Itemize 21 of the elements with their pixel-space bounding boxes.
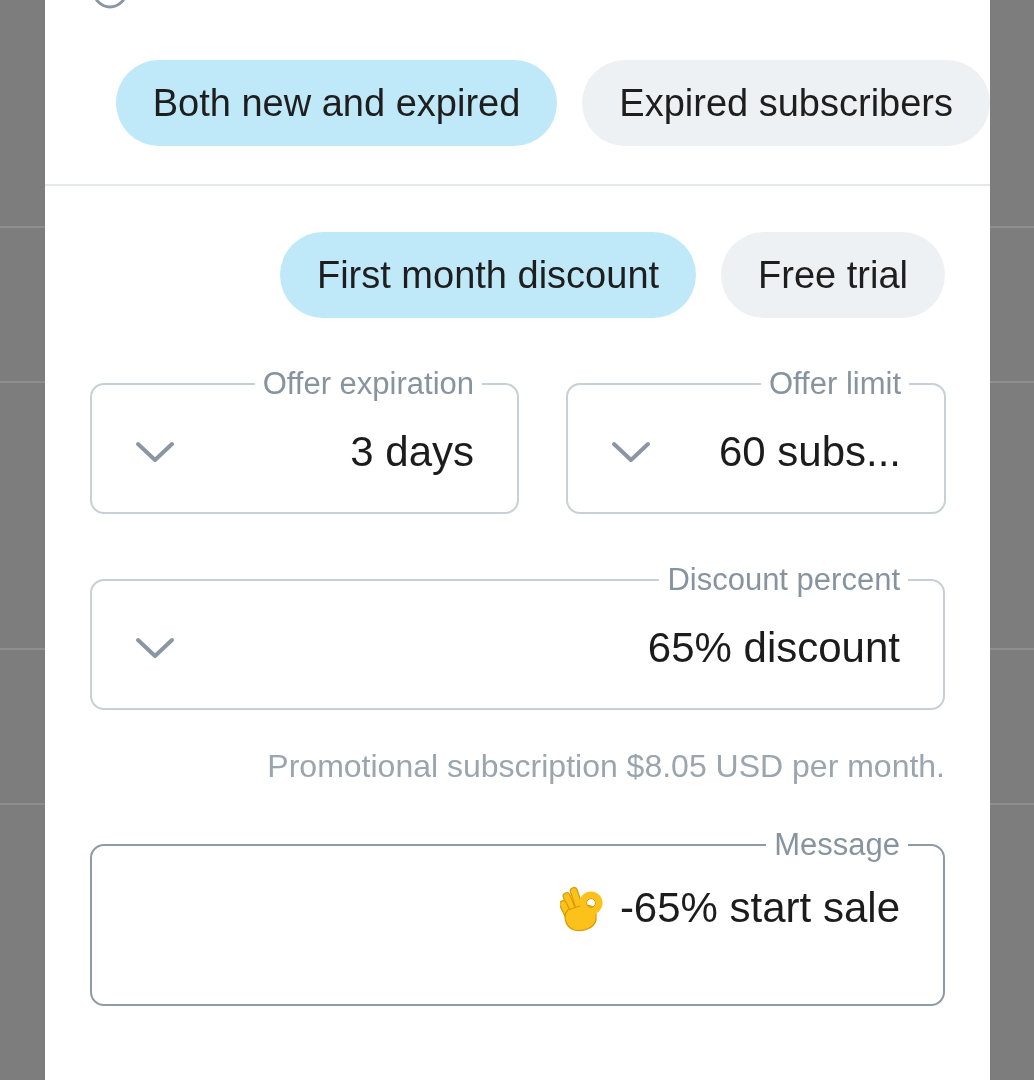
ok-hand-icon [559,886,604,932]
chevron-down-icon [135,440,175,463]
select-field[interactable]: Offer limit 60 subs... [566,369,946,514]
select-value: 65% discount [647,625,900,670]
chevron-down-icon [611,440,651,463]
field-label: Offer expiration [261,369,475,399]
select-value: 3 days [350,429,474,474]
message-field[interactable]: Message -65% start sale [90,830,945,1006]
select-field[interactable]: Offer expiration 3 days [90,369,519,514]
offer-type-chip[interactable]: First month discount [279,232,697,318]
message-text: -65% start sale [619,886,900,930]
field-label: Message [773,830,901,860]
filter-chip[interactable]: Expired subscribers [582,60,990,146]
offer-type-chip[interactable]: Free trial [721,232,945,318]
chevron-down-icon [135,636,175,659]
select-field[interactable]: Discount percent 65% discount [90,565,945,710]
field-label: Offer limit [767,369,902,399]
radio-icon[interactable] [92,0,128,9]
filter-chip[interactable]: Both new and expired [115,60,558,146]
field-label: Discount percent [666,565,901,595]
select-value: 60 subs... [718,429,901,474]
